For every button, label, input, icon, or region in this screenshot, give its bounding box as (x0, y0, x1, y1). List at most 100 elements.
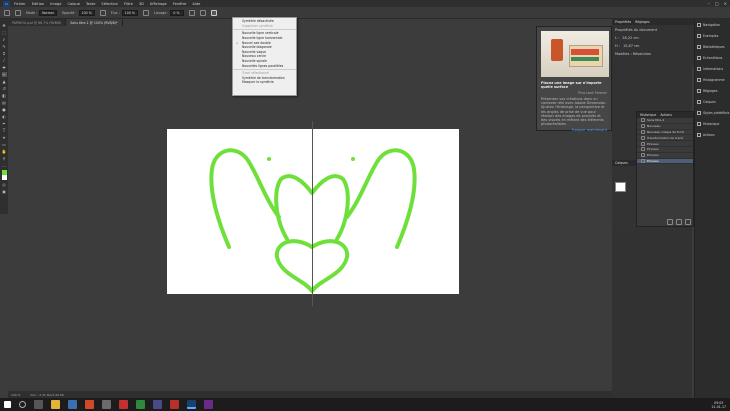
pen-tool-icon[interactable]: ✒ (2, 121, 7, 126)
clock-date[interactable]: 21-01-17 (712, 405, 726, 409)
smoothing-settings-icon[interactable] (189, 9, 196, 16)
brush-settings-icon[interactable] (15, 9, 21, 16)
brush-preset-icon[interactable] (4, 9, 10, 16)
dock-item[interactable]: Informations (695, 63, 730, 74)
dock-item[interactable]: Exemples (695, 30, 730, 41)
eraser-tool-icon[interactable]: ◧ (2, 93, 7, 98)
app-icon-4[interactable] (119, 400, 128, 409)
crop-tool-icon[interactable]: ⌗ (2, 51, 7, 56)
path-select-tool-icon[interactable]: ➤ (2, 135, 7, 140)
promo-try-link[interactable]: Essayer maintenant (541, 128, 607, 132)
dock-item[interactable]: Actions (695, 129, 730, 140)
file-explorer-icon[interactable] (51, 400, 60, 409)
healing-tool-icon[interactable]: ✚ (2, 65, 7, 70)
dodge-tool-icon[interactable]: ◐ (2, 114, 7, 119)
app-icon-8[interactable] (204, 400, 213, 409)
new-snapshot-icon[interactable] (667, 219, 673, 225)
type-tool-icon[interactable]: T (2, 128, 7, 133)
tab-sans-titre[interactable]: Sans titre-1 @ 100% (RVB/8)* (66, 19, 123, 26)
trash-icon[interactable] (685, 219, 691, 225)
layer-thumbnail[interactable] (615, 182, 626, 192)
dock-item-label: Bibliothèques (703, 44, 725, 49)
app-icon-2[interactable] (85, 400, 94, 409)
dock-item-label: Navigation (703, 22, 721, 27)
airbrush-icon[interactable] (142, 9, 149, 16)
menu-layer[interactable]: Calque (67, 2, 79, 6)
menu-filter[interactable]: Filtre (124, 2, 133, 6)
history-brush-tool-icon[interactable]: ↺ (2, 86, 7, 91)
hand-tool-icon[interactable]: ✋ (2, 149, 7, 154)
menu-text[interactable]: Texte (86, 2, 95, 6)
app-icon-1[interactable] (68, 400, 77, 409)
menu-select[interactable]: Sélection (101, 2, 118, 6)
document-tabs: PAPAYOU.psd @ 66,7% (RVB/8) Sans titre-1… (8, 19, 123, 26)
dock-item[interactable]: Historique (695, 118, 730, 129)
app-icon-6[interactable] (153, 400, 162, 409)
brush-tool-icon[interactable]: ✏ (1, 72, 7, 77)
history-row[interactable]: Pinceau (637, 158, 693, 165)
menu-help[interactable]: Aide (192, 2, 200, 6)
photoshop-taskbar-icon[interactable] (187, 400, 196, 409)
menu-3d[interactable]: 3D (139, 2, 144, 6)
blur-tool-icon[interactable]: ● (2, 107, 7, 112)
zoom-level[interactable]: 100 % (11, 393, 21, 397)
gradient-tool-icon[interactable]: ▤ (2, 100, 7, 105)
tab-adjustments[interactable]: Réglages (635, 20, 650, 24)
screen-mode-icon[interactable]: ▣ (2, 189, 7, 194)
tab-history[interactable]: Historique (640, 113, 656, 117)
menu-window[interactable]: Fenêtre (173, 2, 187, 6)
marquee-tool-icon[interactable]: ⬚ (2, 30, 7, 35)
opacity-field[interactable]: 100 % (78, 9, 95, 16)
quick-select-tool-icon[interactable]: ✎ (2, 44, 7, 49)
minimize-button[interactable]: – (708, 1, 710, 6)
pressure-opacity-icon[interactable] (99, 9, 106, 16)
dock-item[interactable]: Réglages (695, 85, 730, 96)
dock-item[interactable]: Bibliothèques (695, 41, 730, 52)
camera-icon[interactable] (676, 219, 682, 225)
symmetry-butterfly-icon[interactable] (211, 9, 218, 16)
layers-panel-header[interactable]: Calques (612, 160, 636, 166)
tab-actions[interactable]: Actions (660, 113, 672, 117)
menu-file[interactable]: Fichier (14, 2, 26, 6)
document-canvas[interactable] (167, 129, 459, 294)
menu-edit[interactable]: Edition (32, 2, 44, 6)
panel-icon (697, 44, 701, 49)
lasso-tool-icon[interactable]: ℓ (2, 37, 7, 42)
promo-actions[interactable]: Plus tard Fermer (541, 91, 607, 95)
dock-item[interactable]: Styles prédéfinis (695, 107, 730, 118)
app-icon-3[interactable] (102, 400, 111, 409)
zoom-tool-icon[interactable]: ⚲ (2, 156, 7, 161)
dock-item[interactable]: Navigation (695, 19, 730, 30)
promo-image (541, 31, 609, 77)
more-tools-icon[interactable]: … (2, 163, 7, 168)
symmetry-axis-line[interactable] (312, 121, 313, 306)
app-icon-7[interactable] (170, 400, 179, 409)
eyedropper-tool-icon[interactable]: ⁄ (2, 58, 7, 63)
symmetry-menu-item[interactable]: Masquer la symétrie (233, 80, 296, 85)
width-value[interactable]: 28,22 cm (622, 36, 638, 40)
app-icon-5[interactable] (136, 400, 145, 409)
background-color-swatch[interactable] (1, 175, 7, 180)
start-button-icon[interactable] (4, 401, 11, 408)
shape-tool-icon[interactable]: ▭ (2, 142, 7, 147)
search-icon[interactable] (19, 401, 26, 408)
close-button[interactable]: × (724, 1, 727, 6)
flux-field[interactable]: 100 % (121, 9, 138, 16)
stamp-tool-icon[interactable]: ▲ (2, 79, 7, 84)
menu-image[interactable]: Image (50, 2, 61, 6)
dock-item[interactable]: Calques (695, 96, 730, 107)
tab-properties[interactable]: Propriétés (615, 20, 631, 24)
height-value[interactable]: 15,87 cm (623, 44, 639, 48)
smoothing-field[interactable]: 0 % (170, 9, 185, 16)
dock-item[interactable]: Échantillons (695, 52, 730, 63)
quick-mask-icon[interactable]: ◎ (2, 182, 7, 187)
menu-view[interactable]: Affichage (150, 2, 167, 6)
dock-item[interactable]: Histogramme (695, 74, 730, 85)
pressure-size-icon[interactable] (200, 9, 207, 16)
dock-item-label: Actions (703, 132, 715, 137)
move-tool-icon[interactable]: ✥ (2, 23, 7, 28)
tab-papayou[interactable]: PAPAYOU.psd @ 66,7% (RVB/8) (8, 19, 67, 26)
mode-select[interactable]: Normal (39, 9, 57, 16)
maximize-button[interactable]: □ (715, 1, 719, 6)
task-view-icon[interactable] (34, 400, 43, 409)
